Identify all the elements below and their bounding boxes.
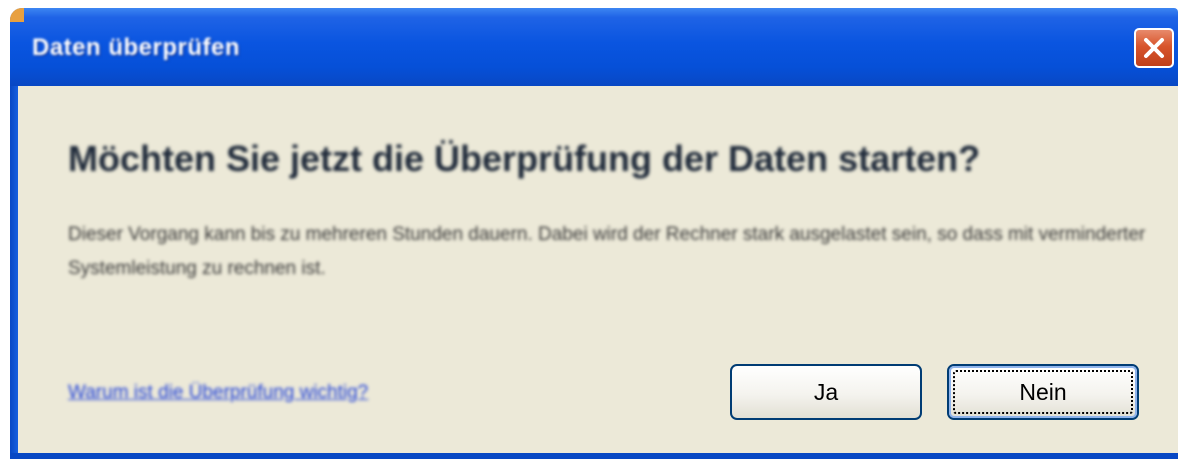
no-button-label: Nein bbox=[1019, 378, 1067, 405]
window-frame-left bbox=[10, 86, 18, 453]
dialog-window: Daten überprüfen Möchten Sie jetzt die Ü… bbox=[0, 0, 1178, 459]
dialog-content: Möchten Sie jetzt die Überprüfung der Da… bbox=[18, 86, 1178, 453]
no-button[interactable]: Nein bbox=[947, 364, 1139, 420]
window-corner bbox=[10, 8, 24, 22]
dialog-description: Dieser Vorgang kann bis zu mehreren Stun… bbox=[68, 224, 1146, 279]
close-icon bbox=[1144, 38, 1164, 58]
window-frame-bottom bbox=[10, 453, 1178, 459]
window-title: Daten überprüfen bbox=[32, 34, 241, 61]
title-bar[interactable]: Daten überprüfen bbox=[10, 8, 1178, 86]
yes-button-label: Ja bbox=[813, 378, 839, 405]
yes-button[interactable]: Ja bbox=[730, 364, 922, 420]
close-button[interactable] bbox=[1134, 28, 1174, 68]
help-link[interactable]: Warum ist die Überprüfung wichtig? bbox=[68, 382, 368, 404]
dialog-heading: Möchten Sie jetzt die Überprüfung der Da… bbox=[68, 138, 981, 179]
